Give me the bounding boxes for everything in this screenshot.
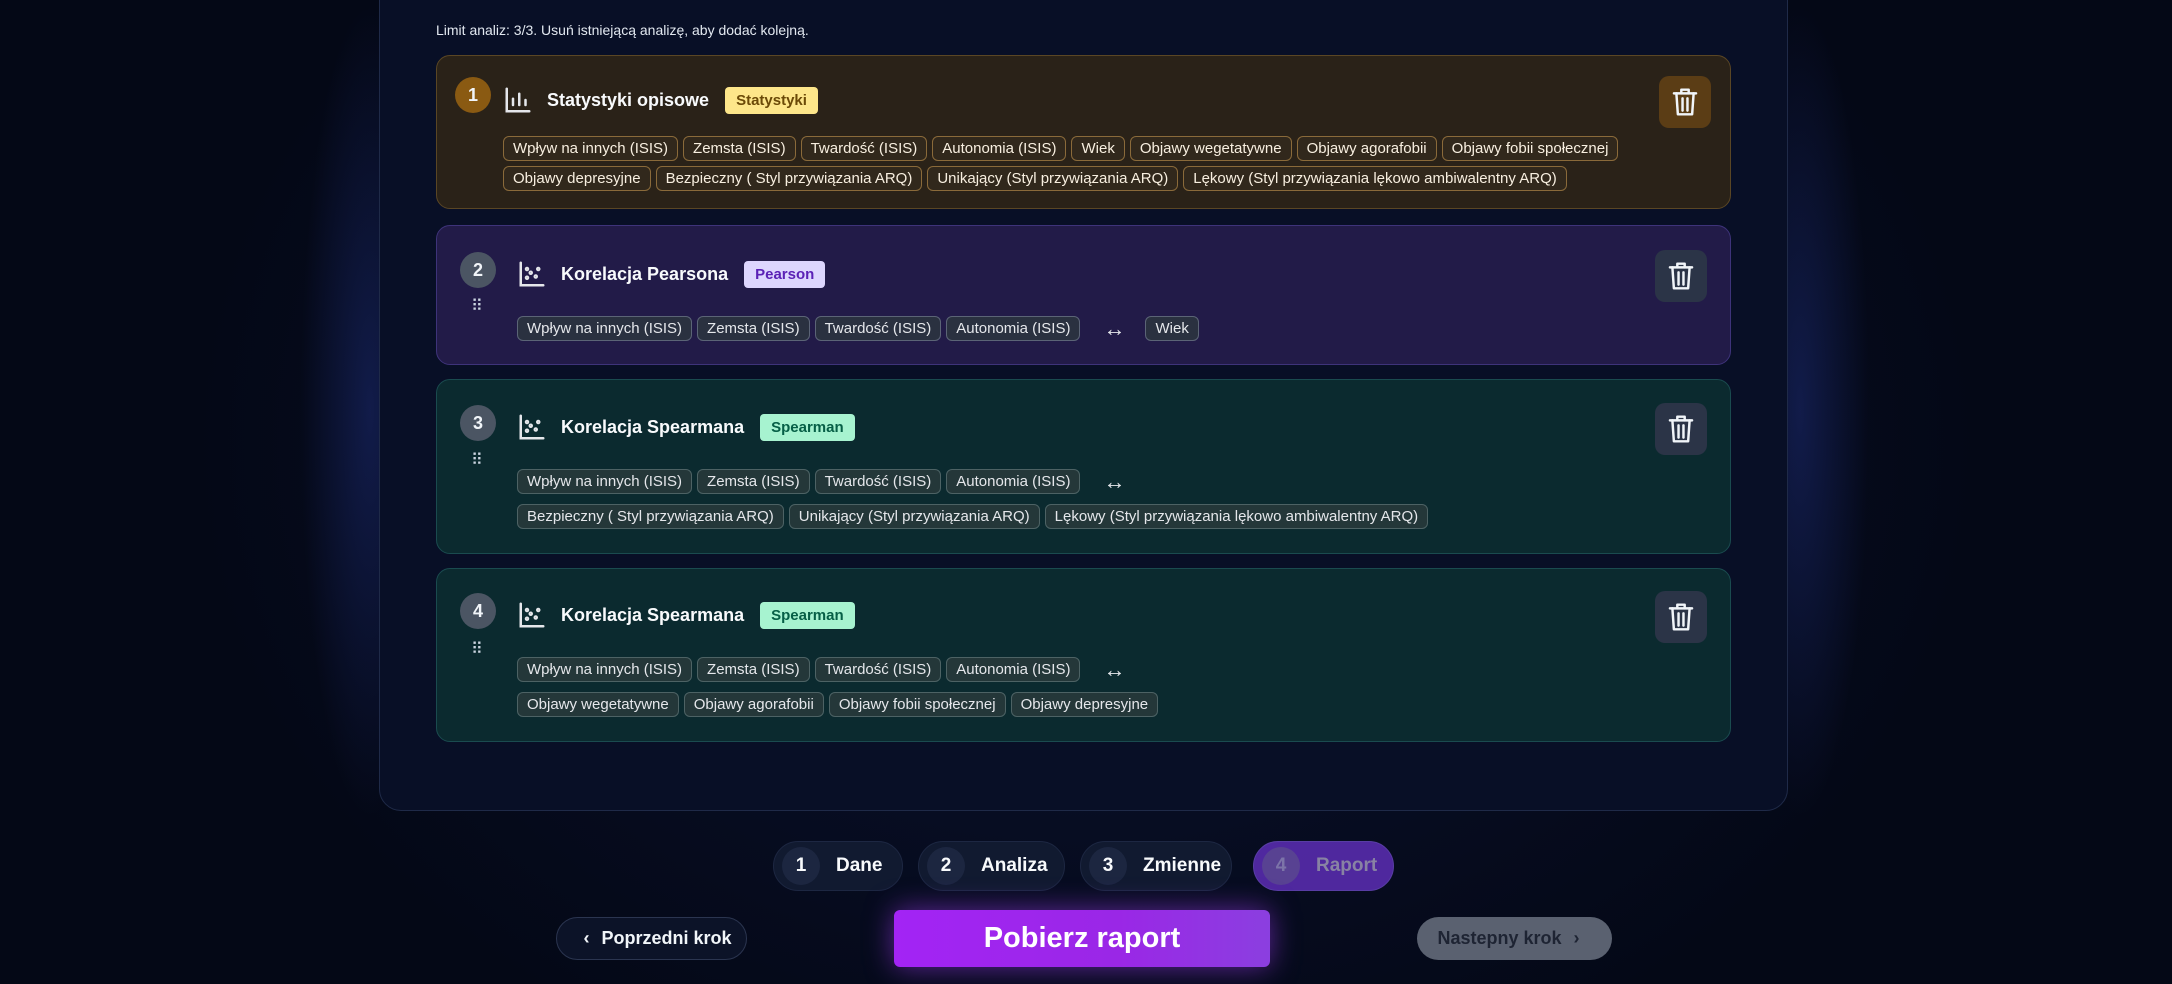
variable-row: Objawy depresyjne Bezpieczny ( Styl przy…: [503, 166, 1572, 191]
delete-analysis-button[interactable]: [1659, 76, 1711, 128]
variable-chip: Objawy wegetatywne: [1129, 136, 1292, 161]
variable-row: Wpływ na innych (ISIS) Zemsta (ISIS) Twa…: [517, 657, 1145, 682]
analysis-header: Korelacja Spearmana Spearman: [517, 600, 855, 630]
previous-step-button[interactable]: ‹ Poprzedni krok: [556, 917, 747, 960]
previous-step-label: Poprzedni krok: [601, 928, 732, 948]
correlation-arrow-icon: ↔: [1103, 656, 1126, 682]
analysis-title: Korelacja Spearmana: [561, 604, 745, 625]
analysis-type-badge: Pearson: [744, 260, 826, 288]
variable-chip: Lękowy (Styl przywiązania lękowo ambiwal…: [1183, 166, 1567, 191]
analysis-number: 2: [460, 252, 496, 288]
drag-handle-icon[interactable]: ⠿: [471, 639, 483, 659]
download-report-button[interactable]: Pobierz raport: [894, 910, 1270, 967]
analysis-card-4: 4 ⠿ Korelacja Spearmana Spearman Wpływ n…: [436, 568, 1731, 742]
variable-chip: Objawy agorafobii: [683, 692, 824, 717]
variable-chip: Wiek: [1145, 316, 1199, 341]
analysis-card-3: 3 ⠿ Korelacja Spearmana Spearman Wpływ n…: [436, 379, 1731, 554]
analysis-limit-text: Limit analiz: 3/3. Usuń istniejącą anali…: [436, 22, 809, 38]
analysis-header: Statystyki opisowe Statystyki: [503, 85, 818, 115]
variable-chip: Lękowy (Styl przywiązania lękowo ambiwal…: [1044, 504, 1429, 529]
analysis-title: Korelacja Pearsona: [561, 263, 729, 284]
variable-chip: Zemsta (ISIS): [697, 316, 810, 341]
variable-chip: Zemsta (ISIS): [683, 136, 796, 161]
step-label: Raport: [1316, 855, 1378, 876]
correlation-arrow-icon: ↔: [1103, 468, 1126, 494]
variable-chip: Objawy agorafobii: [1296, 136, 1437, 161]
variable-chip: Zemsta (ISIS): [697, 469, 810, 494]
chevron-right-icon: ›: [1573, 928, 1580, 948]
analysis-type-badge: Statystyki: [725, 86, 818, 114]
download-report-label: Pobierz raport: [983, 922, 1181, 954]
variable-row: Objawy wegetatywne Objawy agorafobii Obj…: [517, 692, 1163, 717]
trash-icon: [1668, 415, 1694, 443]
variable-row: Wpływ na innych (ISIS) Zemsta (ISIS) Twa…: [517, 316, 1204, 341]
variable-chip: Unikający (Styl przywiązania ARQ): [788, 504, 1040, 529]
delete-analysis-button[interactable]: [1655, 403, 1707, 455]
step-number: 2: [927, 847, 965, 885]
variable-chip: Unikający (Styl przywiązania ARQ): [927, 166, 1179, 191]
trash-icon: [1668, 262, 1694, 290]
correlation-arrow-icon: ↔: [1103, 315, 1126, 341]
variable-chip: Wpływ na innych (ISIS): [503, 136, 679, 161]
analysis-title: Korelacja Spearmana: [561, 416, 745, 437]
variable-chip: Bezpieczny ( Styl przywiązania ARQ): [655, 166, 923, 191]
bar-chart-icon: [505, 87, 531, 113]
step-number: 1: [782, 847, 820, 885]
analysis-card-2: 2 ⠿ Korelacja Pearsona Pearson Wpływ na …: [436, 225, 1731, 365]
variable-chip: Wpływ na innych (ISIS): [517, 469, 693, 494]
drag-handle-icon[interactable]: ⠿: [471, 450, 483, 470]
analysis-header: Korelacja Spearmana Spearman: [517, 412, 855, 442]
variable-chip: Autonomia (ISIS): [932, 136, 1067, 161]
analysis-title: Statystyki opisowe: [547, 89, 710, 110]
variable-chip: Autonomia (ISIS): [946, 469, 1081, 494]
analysis-number: 4: [460, 593, 496, 629]
variable-chip: Objawy fobii społecznej: [1441, 136, 1619, 161]
analysis-number: 1: [455, 77, 491, 113]
variable-chip: Twardość (ISIS): [814, 657, 942, 682]
step-number: 4: [1262, 847, 1300, 885]
next-step-button[interactable]: Nastepny krok ›: [1417, 917, 1612, 960]
variable-chip: Autonomia (ISIS): [946, 316, 1081, 341]
step-number: 3: [1089, 847, 1127, 885]
trash-icon: [1668, 603, 1694, 631]
variable-chip: Wpływ na innych (ISIS): [517, 657, 693, 682]
analysis-card-1: 1 Statystyki opisowe Statystyki Wpływ na…: [436, 55, 1731, 209]
delete-analysis-button[interactable]: [1655, 250, 1707, 302]
analysis-type-badge: Spearman: [760, 601, 855, 629]
scatter-chart-icon: [519, 414, 545, 440]
drag-handle-icon[interactable]: ⠿: [471, 296, 483, 316]
variable-row: Wpływ na innych (ISIS) Zemsta (ISIS) Twa…: [503, 136, 1623, 161]
next-step-label: Nastepny krok: [1437, 928, 1562, 948]
analysis-header: Korelacja Pearsona Pearson: [517, 259, 826, 289]
analysis-number: 3: [460, 405, 496, 441]
step-label: Analiza: [981, 855, 1048, 876]
trash-icon: [1672, 88, 1698, 116]
variable-chip: Twardość (ISIS): [814, 316, 942, 341]
delete-analysis-button[interactable]: [1655, 591, 1707, 643]
step-analiza[interactable]: 2 Analiza: [918, 841, 1065, 891]
variable-chip: Wpływ na innych (ISIS): [517, 316, 693, 341]
variable-chip: Wiek: [1071, 136, 1125, 161]
variable-chip: Objawy depresyjne: [503, 166, 651, 191]
step-dane[interactable]: 1 Dane: [773, 841, 903, 891]
variable-chip: Bezpieczny ( Styl przywiązania ARQ): [517, 504, 784, 529]
variable-chip: Twardość (ISIS): [814, 469, 942, 494]
variable-row: Bezpieczny ( Styl przywiązania ARQ) Unik…: [517, 504, 1433, 529]
step-label: Dane: [836, 855, 883, 876]
variable-chip: Autonomia (ISIS): [946, 657, 1081, 682]
step-label: Zmienne: [1143, 855, 1222, 876]
variable-row: Wpływ na innych (ISIS) Zemsta (ISIS) Twa…: [517, 469, 1145, 494]
step-zmienne[interactable]: 3 Zmienne: [1080, 841, 1232, 891]
scatter-chart-icon: [519, 602, 545, 628]
step-raport[interactable]: 4 Raport: [1253, 841, 1394, 891]
chevron-left-icon: ‹: [583, 928, 590, 948]
analysis-type-badge: Spearman: [760, 413, 855, 441]
scatter-chart-icon: [519, 261, 545, 287]
variable-chip: Objawy depresyjne: [1010, 692, 1159, 717]
variable-chip: Objawy fobii społecznej: [828, 692, 1006, 717]
variable-chip: Twardość (ISIS): [800, 136, 928, 161]
variable-chip: Zemsta (ISIS): [697, 657, 810, 682]
variable-chip: Objawy wegetatywne: [517, 692, 679, 717]
